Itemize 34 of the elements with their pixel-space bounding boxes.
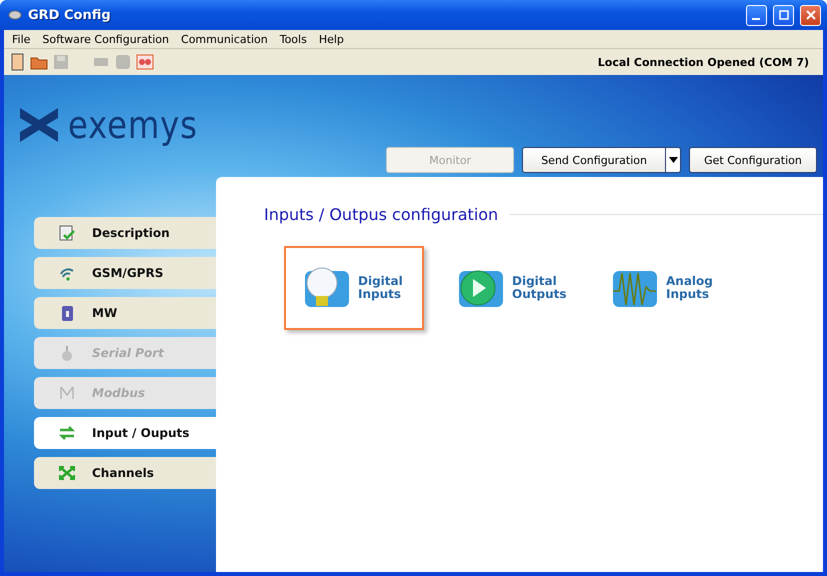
menu-item[interactable]: Tools — [274, 32, 313, 46]
document-check-icon — [58, 224, 76, 242]
menu-item[interactable]: Communication — [175, 32, 274, 46]
menu-item[interactable]: Software Configuration — [36, 32, 176, 46]
window-title: GRD Config — [28, 8, 112, 22]
close-button[interactable] — [800, 4, 821, 26]
swap-arrows-icon — [58, 424, 76, 442]
maximize-button[interactable] — [773, 4, 794, 26]
menu-item[interactable]: File — [6, 32, 36, 46]
section-heading: Inputs / Outpus configuration — [264, 205, 498, 224]
connect-icon[interactable] — [136, 53, 154, 71]
logo-text: exemys — [68, 103, 198, 147]
option-tile[interactable]: Digital Outputs — [438, 246, 578, 330]
option-tile[interactable]: Analog Inputs — [592, 246, 732, 330]
minimize-icon — [752, 18, 760, 20]
dropdown-button[interactable] — [666, 147, 681, 173]
caret-icon — [668, 157, 678, 163]
send-button[interactable]: Send Configuration — [522, 147, 666, 173]
action-button[interactable]: Get Configuration — [689, 147, 817, 173]
sidebar-item[interactable]: GSM/GPRS — [34, 257, 216, 289]
maximize-icon — [778, 10, 788, 20]
sidebar-item[interactable]: Description — [34, 217, 216, 249]
minimize-button[interactable] — [746, 4, 767, 26]
sidebar-item[interactable]: Input / Ouputs — [34, 417, 216, 449]
sidebar-item[interactable]: Channels — [34, 457, 216, 489]
sidebar-item[interactable]: MW — [34, 297, 216, 329]
menu-item[interactable]: Help — [312, 32, 350, 46]
modbus-icon — [58, 384, 76, 402]
close-icon — [806, 10, 816, 20]
crossing-arrows-icon — [58, 464, 76, 482]
logo-icon — [20, 108, 58, 142]
app-icon — [8, 8, 22, 22]
option-tile[interactable]: Digital Inputs — [284, 246, 424, 330]
connection-status: Local Connection Opened (COM 7) — [598, 56, 810, 68]
